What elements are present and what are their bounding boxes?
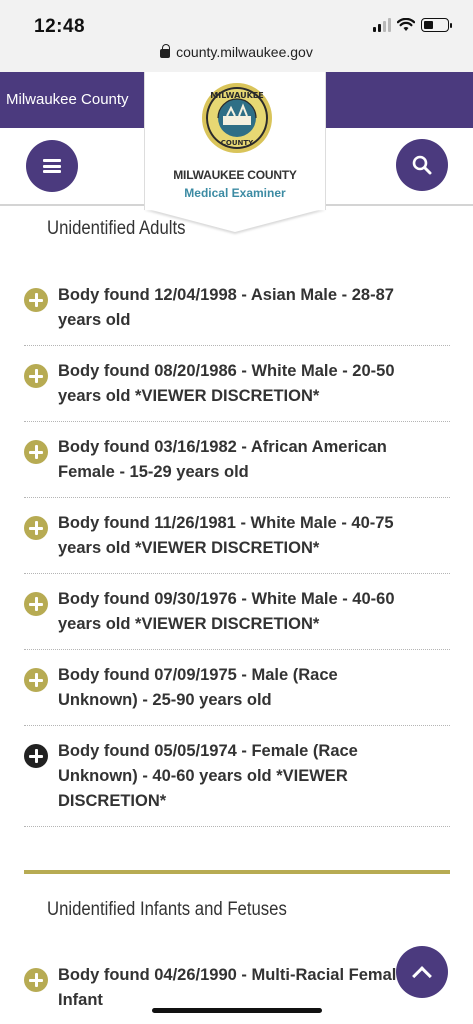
plus-circle-icon — [24, 288, 48, 312]
back-to-top-button[interactable] — [396, 946, 448, 998]
plus-circle-icon — [24, 592, 48, 616]
list-item[interactable]: Body found 03/16/1982 - African American… — [24, 422, 450, 498]
home-indicator — [152, 1008, 322, 1013]
menu-button[interactable] — [26, 140, 78, 192]
plus-circle-icon — [24, 364, 48, 388]
plus-circle-icon — [24, 516, 48, 540]
list-item-label: Body found 05/05/1974 - Female (Race Unk… — [58, 742, 358, 810]
county-link[interactable]: Milwaukee County — [6, 91, 129, 108]
lock-icon — [160, 44, 171, 58]
hamburger-icon — [43, 159, 61, 173]
logo-subtitle: Medical Examiner — [184, 186, 286, 200]
plus-circle-icon — [24, 744, 48, 768]
list-item-active[interactable]: Body found 05/05/1974 - Female (Race Unk… — [24, 726, 450, 827]
county-seal-icon: MILWAUKEE COUNTY — [202, 83, 272, 153]
address-url: county.milwaukee.gov — [176, 44, 313, 60]
section-divider — [24, 870, 450, 874]
status-icons — [373, 18, 452, 32]
wifi-icon — [397, 18, 415, 31]
list-item-label: Body found 09/30/1976 - White Male - 40-… — [58, 590, 395, 633]
adults-list: Body found 12/04/1998 - Asian Male - 28-… — [24, 270, 450, 827]
status-bar: 12:48 county.milwaukee.gov — [0, 0, 473, 72]
list-item[interactable]: Body found 11/26/1981 - White Male - 40-… — [24, 498, 450, 574]
logo-title: MILWAUKEE COUNTY — [173, 168, 297, 182]
list-item[interactable]: Body found 12/04/1998 - Asian Male - 28-… — [24, 270, 450, 346]
list-item[interactable]: Body found 07/09/1975 - Male (Race Unkno… — [24, 650, 450, 726]
chevron-up-icon — [412, 965, 432, 986]
status-time: 12:48 — [34, 16, 86, 37]
section-heading-adults: Unidentified Adults — [47, 218, 186, 239]
plus-circle-icon — [24, 440, 48, 464]
list-item[interactable]: Body found 09/30/1976 - White Male - 40-… — [24, 574, 450, 650]
search-icon — [412, 155, 432, 175]
plus-circle-icon — [24, 668, 48, 692]
list-item-label: Body found 08/20/1986 - White Male - 20-… — [58, 362, 395, 405]
search-button[interactable] — [396, 139, 448, 191]
list-item[interactable]: Body found 08/20/1986 - White Male - 20-… — [24, 346, 450, 422]
list-item-label: Body found 07/09/1975 - Male (Race Unkno… — [58, 666, 338, 709]
list-item-label: Body found 04/26/1990 - Multi-Racial Fem… — [58, 966, 406, 1009]
battery-icon — [421, 18, 452, 32]
seal-text-bottom: COUNTY — [221, 139, 254, 147]
cellular-signal-icon — [373, 18, 391, 32]
seal-text-top: MILWAUKEE — [210, 91, 263, 100]
list-item-label: Body found 03/16/1982 - African American… — [58, 438, 387, 481]
section-heading-infants: Unidentified Infants and Fetuses — [47, 899, 287, 920]
list-item-label: Body found 11/26/1981 - White Male - 40-… — [58, 514, 394, 557]
plus-circle-icon — [24, 968, 48, 992]
address-bar[interactable]: county.milwaukee.gov — [0, 44, 473, 60]
site-logo[interactable]: MILWAUKEE COUNTY MILWAUKEE COUNTY Medica… — [144, 72, 326, 210]
list-item-label: Body found 12/04/1998 - Asian Male - 28-… — [58, 286, 394, 329]
